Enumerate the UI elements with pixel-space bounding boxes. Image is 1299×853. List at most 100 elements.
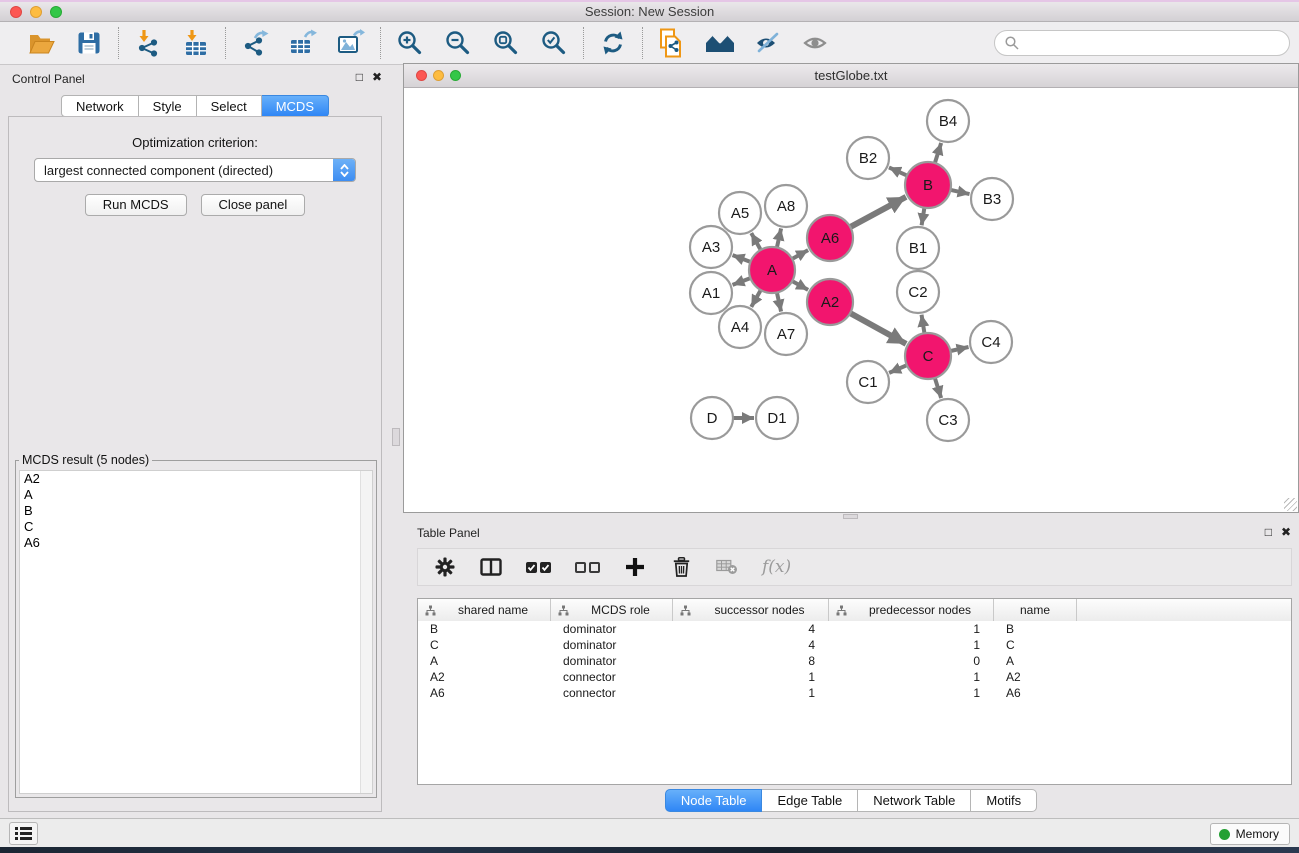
column-header-predecessor-nodes[interactable]: predecessor nodes (829, 599, 994, 621)
run-mcds-button[interactable]: Run MCDS (85, 194, 187, 216)
table-row[interactable]: Bdominator41B (418, 621, 1291, 637)
home-icon[interactable] (705, 28, 735, 58)
graph-node-B3[interactable]: B3 (971, 178, 1013, 220)
import-table-icon[interactable] (181, 28, 211, 58)
graph-node-A[interactable]: A (749, 247, 795, 293)
zoom-in-icon[interactable] (395, 28, 425, 58)
open-session-icon[interactable] (26, 28, 56, 58)
graph-node-A5[interactable]: A5 (719, 192, 761, 234)
column-header-successor-nodes[interactable]: successor nodes (673, 599, 829, 621)
float-table-panel-icon[interactable]: □ (1265, 525, 1272, 539)
graph-node-C4[interactable]: C4 (970, 321, 1012, 363)
graph-node-C1[interactable]: C1 (847, 361, 889, 403)
column-header-name[interactable]: name (994, 599, 1077, 621)
graph-node-B2[interactable]: B2 (847, 137, 889, 179)
splitter-grip-horizontal[interactable] (843, 514, 858, 519)
save-session-icon[interactable] (74, 28, 104, 58)
table-row[interactable]: Adominator80A (418, 653, 1291, 669)
svg-text:D1: D1 (767, 410, 786, 427)
graph-node-B[interactable]: B (905, 162, 951, 208)
float-panel-icon[interactable]: □ (356, 70, 363, 84)
graph-node-A4[interactable]: A4 (719, 306, 761, 348)
tab-network-table[interactable]: Network Table (858, 789, 971, 812)
table-row[interactable]: A6connector11A6 (418, 685, 1291, 701)
mcds-result-item[interactable]: A6 (20, 535, 372, 551)
table-cell: B (994, 621, 1077, 637)
mcds-result-item[interactable]: C (20, 519, 372, 535)
tab-select[interactable]: Select (197, 95, 262, 117)
table-cell: 1 (673, 685, 829, 701)
criterion-dropdown[interactable]: largest connected component (directed) (34, 158, 356, 182)
graph-node-A8[interactable]: A8 (765, 185, 807, 227)
search-input[interactable] (1025, 36, 1279, 51)
network-canvas[interactable]: B4 B2 B B3 A5 A8 A6 B1 A3 A C2 A1 A2 A4 A7 C4 C C1 C3 D D1 (404, 88, 1298, 512)
close-panel-button[interactable]: Close panel (201, 194, 306, 216)
export-network-icon[interactable] (240, 28, 270, 58)
tab-mcds[interactable]: MCDS (262, 95, 329, 117)
search-icon (1005, 36, 1019, 50)
table-cell: 1 (829, 669, 994, 685)
svg-text:A8: A8 (777, 198, 795, 215)
mcds-result-item[interactable]: A (20, 487, 372, 503)
memory-button[interactable]: Memory (1210, 823, 1290, 845)
table-cell: C (418, 637, 551, 653)
graph-node-A7[interactable]: A7 (765, 313, 807, 355)
mcds-result-item[interactable]: A2 (20, 471, 372, 487)
show-panels-list-button[interactable] (9, 822, 38, 845)
svg-text:D: D (707, 410, 718, 427)
graph-node-A1[interactable]: A1 (690, 272, 732, 314)
table-cell: connector (551, 669, 673, 685)
table-row[interactable]: A2connector11A2 (418, 669, 1291, 685)
graph-node-A3[interactable]: A3 (690, 226, 732, 268)
svg-text:A1: A1 (702, 285, 720, 302)
graph-node-B4[interactable]: B4 (927, 100, 969, 142)
zoom-out-icon[interactable] (443, 28, 473, 58)
dropdown-stepper-icon (333, 159, 355, 181)
graph-node-C2[interactable]: C2 (897, 271, 939, 313)
graph-node-C3[interactable]: C3 (927, 399, 969, 441)
import-network-icon[interactable] (133, 28, 163, 58)
graph-node-D1[interactable]: D1 (756, 397, 798, 439)
zoom-selected-icon[interactable] (539, 28, 569, 58)
network-from-file-icon[interactable] (657, 28, 687, 58)
hide-graphics-details-icon[interactable] (753, 28, 783, 58)
window-titlebar: Session: New Session (0, 2, 1299, 22)
node-table[interactable]: shared nameMCDS rolesuccessor nodesprede… (417, 598, 1292, 785)
table-row[interactable]: Cdominator41C (418, 637, 1291, 653)
export-table-icon[interactable] (288, 28, 318, 58)
eye-icon[interactable] (801, 28, 831, 58)
column-header-shared-name[interactable]: shared name (418, 599, 551, 621)
splitter-grip-vertical[interactable] (392, 428, 400, 446)
table-cell: A6 (994, 685, 1077, 701)
add-column-icon[interactable] (624, 555, 646, 579)
graph-node-D[interactable]: D (691, 397, 733, 439)
tab-motifs[interactable]: Motifs (971, 789, 1037, 812)
graph-node-A6[interactable]: A6 (807, 215, 853, 261)
table-settings-gear-icon[interactable] (434, 555, 456, 579)
select-all-columns-icon[interactable] (526, 562, 551, 573)
graph-node-B1[interactable]: B1 (897, 227, 939, 269)
mcds-result-list[interactable]: A2ABCA6 (19, 470, 373, 794)
tab-node-table[interactable]: Node Table (665, 789, 763, 812)
show-column-panel-icon[interactable] (480, 555, 502, 579)
graph-node-A2[interactable]: A2 (807, 279, 853, 325)
scrollbar-track[interactable] (360, 471, 372, 793)
refresh-icon[interactable] (598, 28, 628, 58)
tab-network[interactable]: Network (61, 95, 139, 117)
graph-node-C[interactable]: C (905, 333, 951, 379)
delete-column-icon[interactable] (670, 555, 692, 579)
table-cell: A (418, 653, 551, 669)
search-field[interactable] (994, 30, 1290, 56)
window-resize-grip[interactable] (1284, 498, 1297, 511)
close-table-panel-icon[interactable]: ✖ (1281, 525, 1291, 539)
mcds-result-item[interactable]: B (20, 503, 372, 519)
close-panel-icon[interactable]: ✖ (372, 70, 382, 84)
table-cell: 1 (829, 637, 994, 653)
deselect-all-columns-icon[interactable] (575, 562, 600, 573)
svg-text:A7: A7 (777, 326, 795, 343)
column-header-MCDS-role[interactable]: MCDS role (551, 599, 673, 621)
tab-edge-table[interactable]: Edge Table (762, 789, 858, 812)
export-image-icon[interactable] (336, 28, 366, 58)
tab-style[interactable]: Style (139, 95, 197, 117)
zoom-fit-icon[interactable] (491, 28, 521, 58)
